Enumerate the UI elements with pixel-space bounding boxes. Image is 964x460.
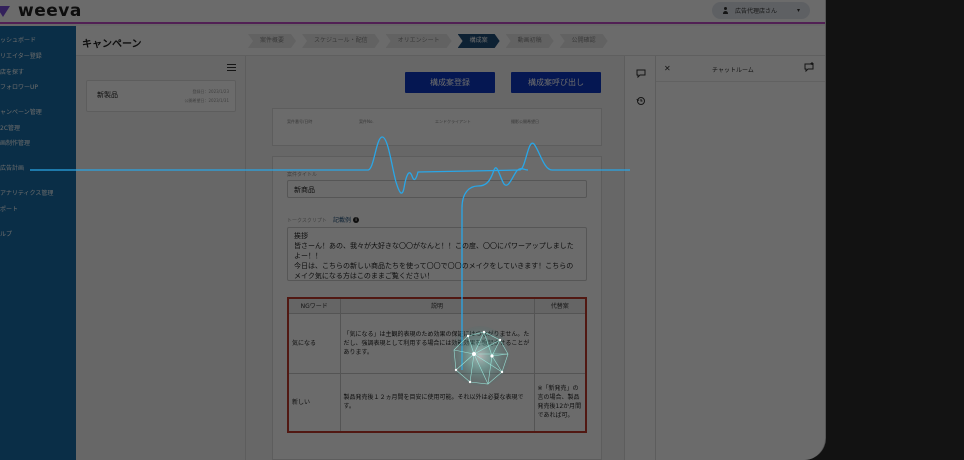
table-row: 新しい 製品発売後１２ヵ月間を目安に使用可能。それ以外は必要な表現です。 ※「新… <box>287 372 587 433</box>
talk-script-textarea[interactable]: 挨拶 皆さーん！あの、我々が大好きな〇〇がなんと！！この度、〇〇にパワーアップし… <box>287 227 587 281</box>
talk-script-label: トークスクリプト <box>287 218 327 224</box>
step-orientation[interactable]: オリエンシート <box>386 34 452 48</box>
column-header-ng-word: NGワード <box>287 297 341 314</box>
hamburger-icon[interactable] <box>227 64 236 71</box>
script-line: 挨拶 <box>294 232 308 240</box>
tool-rail <box>624 56 656 460</box>
table-row: 気になる 「気になる」は主観的表現のため効果の保証にはつながりません。ただし、強… <box>287 312 587 374</box>
sidebar-item-analytics[interactable]: アナリティクス管理 <box>0 188 53 197</box>
sidebar-item-b2c[interactable]: 2C管理 <box>0 123 20 132</box>
alternative-cell: ※「新発売」の言の場合、製品発売後12か月間であれば可。 <box>533 372 587 433</box>
script-line: 皆さーん！あの、我々が大好きな〇〇がなんと！！この度、〇〇にパワーアップしました… <box>294 242 574 260</box>
chat-header: ✕ チャットルーム <box>656 56 825 82</box>
example-link[interactable]: 記載例 i <box>333 215 360 224</box>
info-icon: i <box>353 216 360 223</box>
description-cell: 製品発売後１２ヵ月間を目安に使用可能。それ以外は必要な表現です。 <box>339 372 535 433</box>
new-chat-icon[interactable] <box>804 62 815 75</box>
sidebar-item-help[interactable]: ルプ <box>0 229 12 238</box>
sidebar-item-creator-register[interactable]: リエイター登録 <box>0 51 42 60</box>
step-publish-check[interactable]: 公開確認 <box>560 34 608 48</box>
user-name: 広告代理店さん <box>735 8 778 15</box>
ng-word-cell: 新しい <box>287 372 341 433</box>
sidebar-item-campaign[interactable]: ャンペーン管理 <box>0 107 42 116</box>
description-cell: 「気になる」は主観的表現のため効果の保証にはつながりません。ただし、強調表現とし… <box>339 312 535 374</box>
title-input[interactable]: 新商品 <box>287 180 587 198</box>
sidebar-item-follower-up[interactable]: フォロワーUP <box>0 82 38 91</box>
example-link-text: 記載例 <box>333 217 352 224</box>
person-icon <box>722 7 729 14</box>
info-label-client: エンドクライアント <box>435 119 471 124</box>
chevron-down-icon: ▾ <box>796 7 800 14</box>
history-icon[interactable] <box>636 96 646 106</box>
sidebar-item-ad-plan[interactable]: 広告計画 <box>0 163 24 172</box>
campaign-info-box: 案件番号/日時 案件No. エンドクライアント 撮影公開希望日 <box>272 108 602 146</box>
sidebar: ッシュボード リエイター登録 店を探す フォロワーUP ャンペーン管理 2C管理… <box>0 26 76 460</box>
chat-bubble-icon[interactable] <box>636 68 646 79</box>
alternative-cell <box>533 312 587 374</box>
page-header: キャンペーン 案件概要 スケジュール・配信 オリエンシート 構成案 動画初稿 公… <box>76 26 825 56</box>
register-composition-button[interactable]: 構成案登録 <box>405 72 495 93</box>
info-label-number: 案件No. <box>359 119 374 124</box>
chat-title: チャットルーム <box>712 67 754 74</box>
sidebar-item-dashboard[interactable]: ッシュボード <box>0 35 36 44</box>
step-first-draft[interactable]: 動画初稿 <box>506 34 554 48</box>
ng-word-cell: 気になる <box>287 312 341 374</box>
page-title: キャンペーン <box>82 39 142 50</box>
campaign-card-publish-date: 公開希望日：2023/1/31 <box>184 98 229 103</box>
brand-logo[interactable]: weeva <box>0 1 82 21</box>
column-header-alternative: 代替案 <box>533 297 587 314</box>
chat-panel: ✕ チャットルーム <box>656 56 825 460</box>
info-label-shoot-date: 撮影公開希望日 <box>511 119 539 124</box>
campaign-card-title: 新製品 <box>97 91 118 99</box>
campaign-card-registered: 登録日：2023/1/23 <box>192 89 229 94</box>
composition-main: 構成案登録 構成案呼び出し 案件番号/日時 案件No. エンドクライアント 撮影… <box>248 56 624 460</box>
step-composition[interactable]: 構成案 <box>458 34 500 48</box>
composition-form: 案件タイトル 新商品 トークスクリプト 記載例 i 挨拶 皆さーん！あの、我々が… <box>272 156 602 460</box>
top-bar: weeva 広告代理店さん ▾ <box>0 0 825 24</box>
campaign-card[interactable]: 新製品 登録日：2023/1/23 公開希望日：2023/1/31 <box>86 80 236 112</box>
table-header-row: NGワード 説明 代替案 <box>287 297 587 314</box>
sidebar-item-production[interactable]: 画制作管理 <box>0 138 30 147</box>
script-line: 今日は、こちらの新しい商品たちを使って〇〇で〇〇のメイクをしていきます！こちらの… <box>294 262 574 280</box>
step-overview[interactable]: 案件概要 <box>248 34 296 48</box>
sidebar-item-find-store[interactable]: 店を探す <box>0 67 24 76</box>
logo-mark-icon <box>0 4 12 18</box>
sidebar-item-report[interactable]: ポート <box>0 204 18 213</box>
column-header-description: 説明 <box>339 297 535 314</box>
info-label-date: 案件番号/日時 <box>287 119 313 124</box>
campaign-list-pane: 新製品 登録日：2023/1/23 公開希望日：2023/1/31 <box>76 56 246 460</box>
title-field-label: 案件タイトル <box>287 172 318 178</box>
step-progress: 案件概要 スケジュール・配信 オリエンシート 構成案 動画初稿 公開確認 <box>248 34 608 48</box>
close-icon[interactable]: ✕ <box>664 64 671 73</box>
step-schedule[interactable]: スケジュール・配信 <box>302 34 380 48</box>
user-menu[interactable]: 広告代理店さん ▾ <box>712 2 810 19</box>
app-window: weeva 広告代理店さん ▾ ッシュボード リエイター登録 店を探す フォロワ… <box>0 0 826 460</box>
recall-composition-button[interactable]: 構成案呼び出し <box>511 72 601 93</box>
logo-text: weeva <box>18 1 82 21</box>
ng-word-table: NGワード 説明 代替案 気になる 「気になる」は主観的表現のため効果の保証には… <box>287 297 587 433</box>
